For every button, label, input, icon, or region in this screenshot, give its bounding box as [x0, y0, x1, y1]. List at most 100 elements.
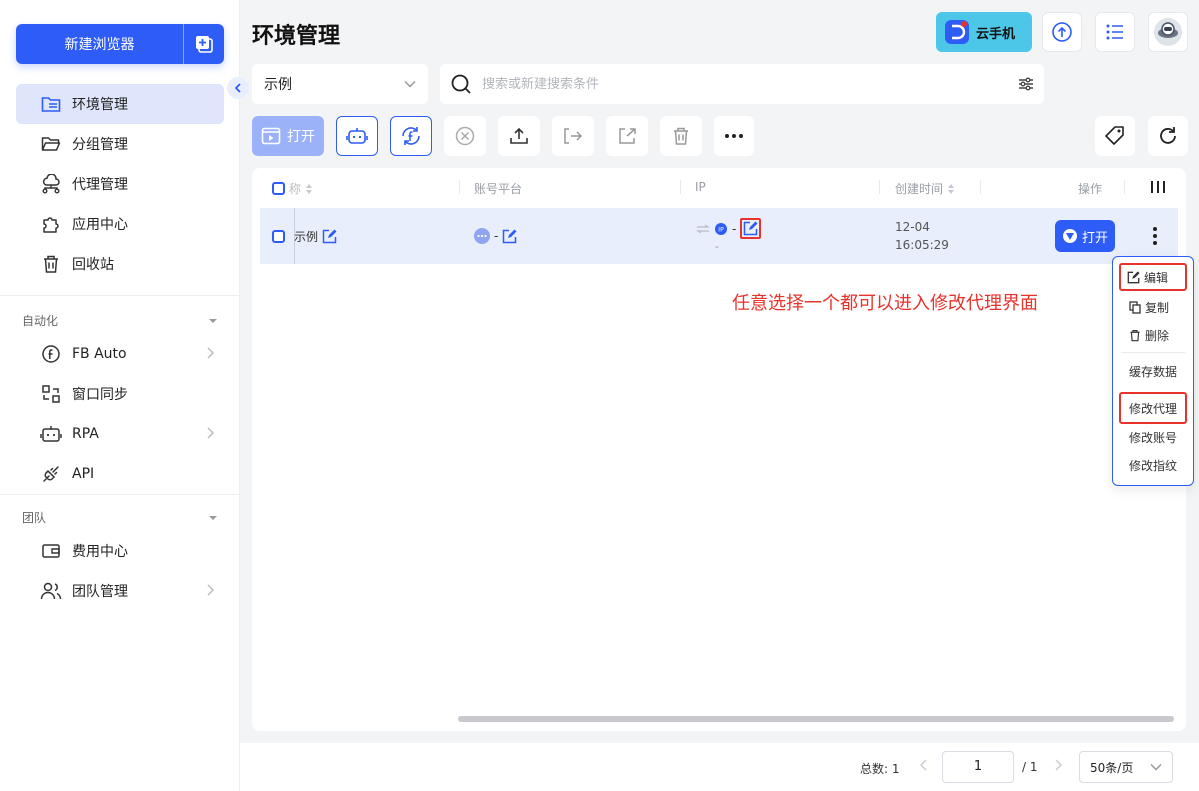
trash-icon [40, 253, 62, 275]
rpa-button[interactable] [336, 116, 378, 156]
more-actions-button[interactable] [714, 116, 754, 156]
import-icon [564, 128, 583, 144]
sidebar-item-billing[interactable]: 费用中心 [16, 531, 224, 571]
edit-icon[interactable] [502, 229, 517, 244]
automation-section-header[interactable]: 自动化 [22, 312, 218, 329]
sidebar-item-label: 回收站 [72, 257, 114, 273]
menu-item-copy[interactable]: 复制 [1119, 293, 1187, 321]
edit-proxy-highlight[interactable] [740, 218, 762, 239]
import-button[interactable] [552, 116, 594, 156]
trash-icon [674, 127, 688, 145]
svg-text:IP: IP [718, 226, 724, 233]
filter-sliders-icon[interactable] [1018, 77, 1034, 91]
name-cell: 示例 [294, 228, 337, 245]
page-number-input[interactable]: 1 [942, 751, 1014, 783]
cloud-network-icon [40, 173, 62, 195]
row-checkbox[interactable] [272, 230, 285, 243]
sidebar-item-label: FB Auto [72, 346, 127, 362]
window-sync-icon [40, 383, 62, 405]
table-row[interactable]: 示例 - IP - - 12-04 16:05:29 打开 [260, 208, 1178, 264]
copy-icon [1129, 300, 1141, 314]
sidebar-item-label: RPA [72, 426, 99, 442]
sidebar-item-app-center[interactable]: 应用中心 [16, 204, 224, 244]
group-select-value: 示例 [264, 77, 292, 93]
platform-placeholder-icon [474, 228, 490, 244]
refresh-button[interactable] [1148, 116, 1188, 156]
refresh-icon [1160, 127, 1176, 144]
sort-icon[interactable] [947, 183, 955, 195]
share-button[interactable] [606, 116, 648, 156]
row-open-button[interactable]: 打开 [1055, 220, 1115, 252]
sidebar-item-proxies[interactable]: 代理管理 [16, 164, 224, 204]
sidebar-item-api[interactable]: API [16, 454, 224, 494]
page-size-select[interactable]: 50条/页 [1079, 751, 1173, 783]
delete-button[interactable] [660, 116, 702, 156]
chevron-down-icon [1150, 763, 1162, 771]
sidebar-item-rpa[interactable]: RPA [16, 414, 224, 454]
cloud-phone-label: 云手机 [976, 26, 1016, 42]
caret-down-icon [209, 318, 217, 323]
close-browser-button[interactable] [444, 116, 486, 156]
menu-item-edit[interactable]: 编辑 [1119, 263, 1187, 291]
environment-name: 示例 [294, 230, 319, 244]
team-section-header[interactable]: 团队 [22, 509, 218, 526]
sidebar-item-label: 环境管理 [72, 97, 128, 113]
sidebar-item-team-management[interactable]: 团队管理 [16, 571, 224, 611]
menu-item-edit-proxy[interactable]: 修改代理 [1119, 392, 1187, 424]
collapse-sidebar-button[interactable] [227, 77, 249, 99]
upload-sync-button[interactable] [1042, 12, 1082, 52]
edit-icon[interactable] [743, 221, 758, 236]
column-header-platform: 账号平台 [474, 182, 523, 196]
open-browser-button[interactable]: 打开 [252, 116, 324, 156]
cloud-phone-button[interactable]: 云手机 [936, 12, 1032, 52]
sidebar-item-recycle-bin[interactable]: 回收站 [16, 244, 224, 284]
total-count: 总数: 1 [860, 762, 900, 776]
next-page-icon[interactable] [1054, 759, 1062, 771]
chevron-right-icon [207, 427, 214, 439]
chevron-down-icon [404, 80, 416, 88]
menu-item-delete[interactable]: 删除 [1119, 321, 1187, 349]
menu-item-edit-fingerprint[interactable]: 修改指纹 [1119, 451, 1187, 479]
menu-item-edit-account[interactable]: 修改账号 [1119, 423, 1187, 451]
created-time: 16:05:29 [895, 238, 949, 252]
fb-auto-button[interactable] [390, 116, 432, 156]
export-button[interactable] [498, 116, 540, 156]
total-pages: / 1 [1022, 760, 1038, 774]
sidebar: 新建浏览器 环境管理 分组管理 代理管理 应用中心 回收站 自动化 FB Aut… [0, 0, 240, 791]
page-title: 环境管理 [252, 24, 341, 49]
batch-create-icon[interactable] [184, 24, 224, 64]
column-settings-icon[interactable] [1150, 180, 1166, 194]
column-header-ip: IP [695, 180, 706, 194]
row-context-menu: 编辑 复制 删除 缓存数据 修改代理 修改账号 修改指纹 [1112, 256, 1194, 486]
more-vertical-icon[interactable] [1152, 226, 1158, 246]
search-input[interactable] [482, 76, 1018, 92]
created-date: 12-04 [895, 220, 930, 234]
tag-button[interactable] [1095, 116, 1135, 156]
group-select[interactable]: 示例 [252, 64, 428, 104]
play-window-icon [261, 127, 281, 145]
sidebar-item-window-sync[interactable]: 窗口同步 [16, 374, 224, 414]
sidebar-item-environments[interactable]: 环境管理 [16, 84, 224, 124]
sidebar-item-label: 应用中心 [72, 217, 128, 233]
sidebar-item-label: 团队管理 [72, 584, 128, 600]
environment-table: 称 账号平台 IP 创建时间 操作 示例 - IP - - 12-04 16:0… [252, 168, 1186, 731]
facebook-sync-icon [402, 127, 420, 145]
horizontal-scrollbar[interactable] [458, 716, 1174, 722]
select-all-checkbox[interactable] [272, 182, 285, 195]
platform-cell: - [474, 228, 517, 244]
edit-icon[interactable] [322, 229, 337, 244]
chevron-right-icon [207, 584, 214, 596]
folder-open-icon [40, 133, 62, 155]
sort-icon[interactable] [305, 183, 313, 195]
user-avatar[interactable] [1148, 12, 1188, 52]
sidebar-item-label: 窗口同步 [72, 387, 128, 403]
robot-icon [346, 128, 368, 144]
task-list-button[interactable] [1095, 12, 1135, 52]
prev-page-icon[interactable] [920, 759, 928, 771]
menu-item-cache-data[interactable]: 缓存数据 [1119, 357, 1187, 385]
more-horizontal-icon [725, 134, 743, 138]
users-icon [40, 580, 62, 602]
sidebar-item-fb-auto[interactable]: FB Auto [16, 334, 224, 374]
new-browser-button[interactable]: 新建浏览器 [16, 24, 224, 64]
sidebar-item-groups[interactable]: 分组管理 [16, 124, 224, 164]
